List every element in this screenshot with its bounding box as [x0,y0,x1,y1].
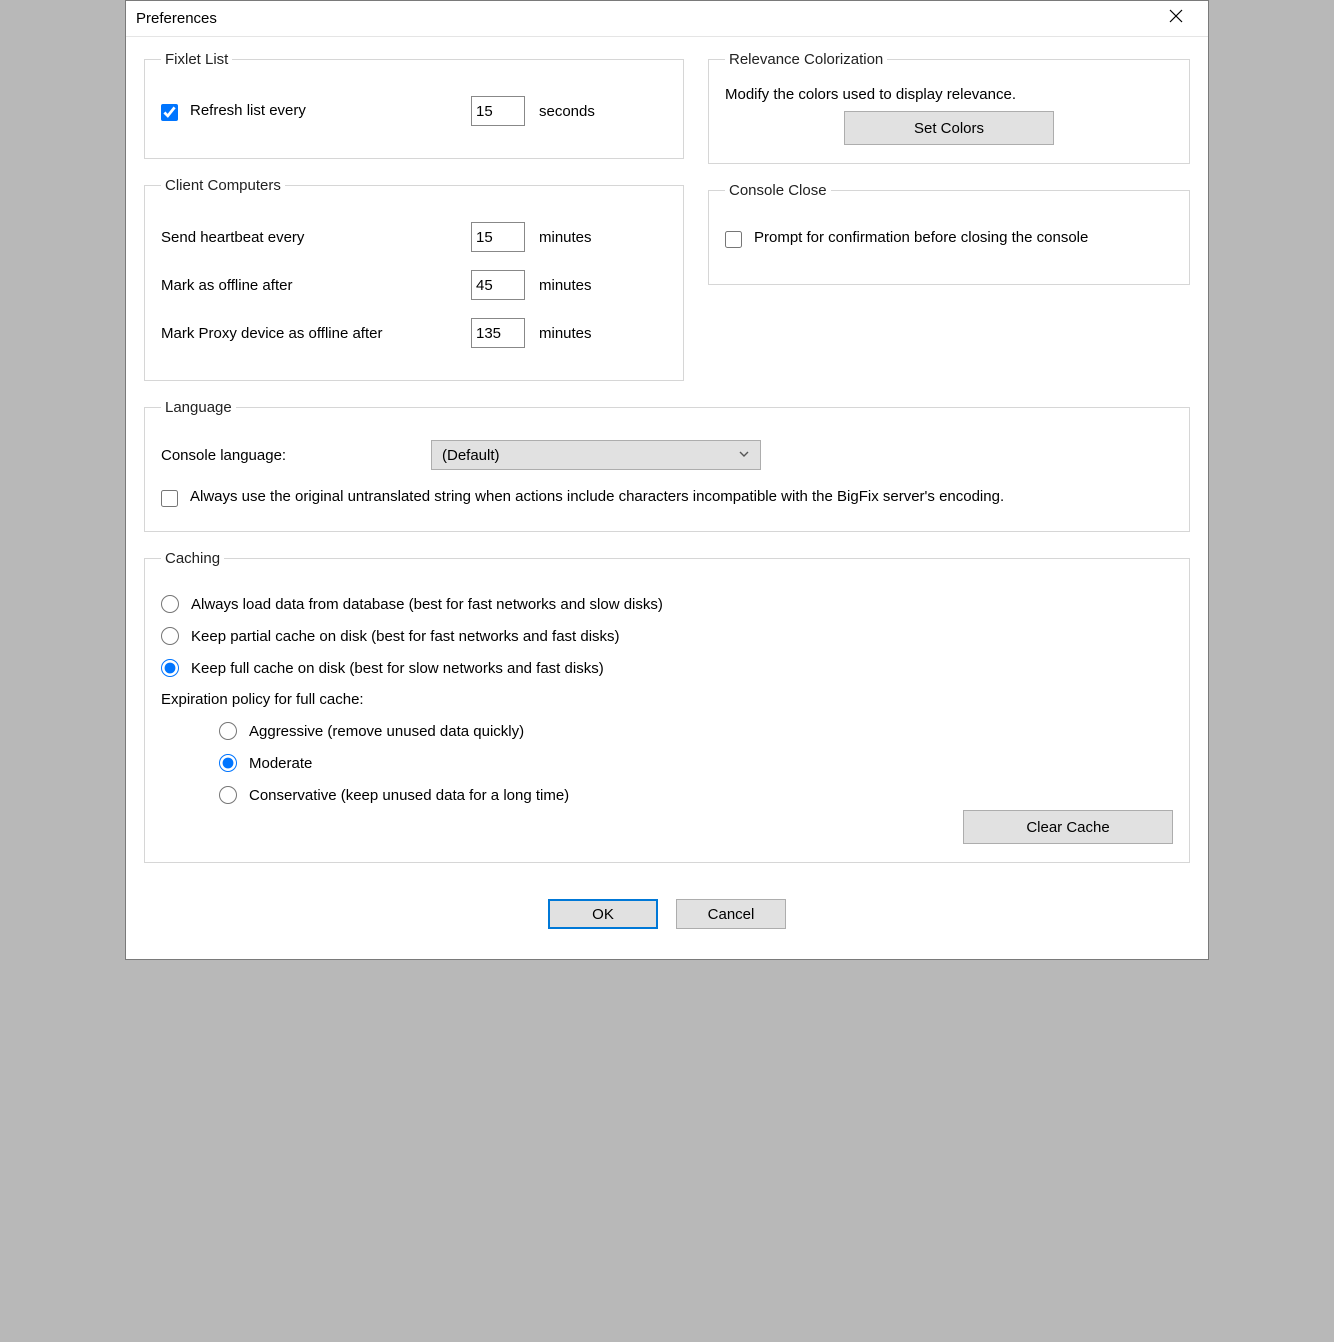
clear-cache-button[interactable]: Clear Cache [963,810,1173,844]
chevron-down-icon [738,447,750,464]
content-area: Fixlet List Refresh list every seconds C… [126,37,1208,959]
cache-partial-label: Keep partial cache on disk (best for fas… [191,628,620,645]
refresh-list-label: Refresh list every [190,102,306,119]
prompt-close-label: Prompt for confirmation before closing t… [754,229,1088,246]
proxy-offline-label: Mark Proxy device as offline after [161,325,471,342]
offline-label: Mark as offline after [161,277,471,294]
console-language-select[interactable]: (Default) [431,440,761,470]
relevance-colorization-group: Relevance Colorization Modify the colors… [708,51,1190,164]
expire-conservative-label: Conservative (keep unused data for a lon… [249,787,569,804]
close-icon [1169,9,1183,28]
cache-full-radio[interactable] [161,659,179,677]
heartbeat-label: Send heartbeat every [161,229,471,246]
ok-button[interactable]: OK [548,899,658,929]
refresh-interval-input[interactable] [471,96,525,126]
client-computers-group: Client Computers Send heartbeat every mi… [144,177,684,381]
preferences-dialog: Preferences Fixlet List Refresh list eve… [125,0,1209,960]
relevance-desc: Modify the colors used to display releva… [725,86,1173,103]
console-language-value: (Default) [442,447,500,464]
titlebar: Preferences [126,1,1208,37]
fixlet-list-group: Fixlet List Refresh list every seconds [144,51,684,159]
client-computers-legend: Client Computers [161,177,285,194]
proxy-offline-unit: minutes [539,325,592,342]
heartbeat-unit: minutes [539,229,592,246]
refresh-unit-label: seconds [539,103,595,120]
expire-conservative-radio[interactable] [219,786,237,804]
cache-full-label: Keep full cache on disk (best for slow n… [191,660,604,677]
expire-aggressive-label: Aggressive (remove unused data quickly) [249,723,524,740]
caching-group: Caching Always load data from database (… [144,550,1190,863]
language-legend: Language [161,399,236,416]
cache-always-load-label: Always load data from database (best for… [191,596,663,613]
expiration-policy-label: Expiration policy for full cache: [161,691,1173,708]
proxy-offline-input[interactable] [471,318,525,348]
caching-legend: Caching [161,550,224,567]
prompt-close-checkbox[interactable] [725,231,742,248]
offline-unit: minutes [539,277,592,294]
language-group: Language Console language: (Default) Alw… [144,399,1190,532]
untranslated-string-label: Always use the original untranslated str… [190,488,1004,505]
console-close-legend: Console Close [725,182,831,199]
refresh-list-checkbox[interactable] [161,104,178,121]
cache-partial-radio[interactable] [161,627,179,645]
offline-input[interactable] [471,270,525,300]
heartbeat-input[interactable] [471,222,525,252]
cancel-button[interactable]: Cancel [676,899,786,929]
console-close-group: Console Close Prompt for confirmation be… [708,182,1190,285]
expire-moderate-radio[interactable] [219,754,237,772]
expire-moderate-label: Moderate [249,755,312,772]
close-button[interactable] [1154,4,1198,34]
fixlet-list-legend: Fixlet List [161,51,232,68]
set-colors-button[interactable]: Set Colors [844,111,1054,145]
relevance-colorization-legend: Relevance Colorization [725,51,887,68]
window-title: Preferences [136,10,217,27]
expire-aggressive-radio[interactable] [219,722,237,740]
console-language-label: Console language: [161,447,431,464]
untranslated-string-checkbox[interactable] [161,490,178,507]
dialog-footer: OK Cancel [144,881,1190,949]
cache-always-load-radio[interactable] [161,595,179,613]
